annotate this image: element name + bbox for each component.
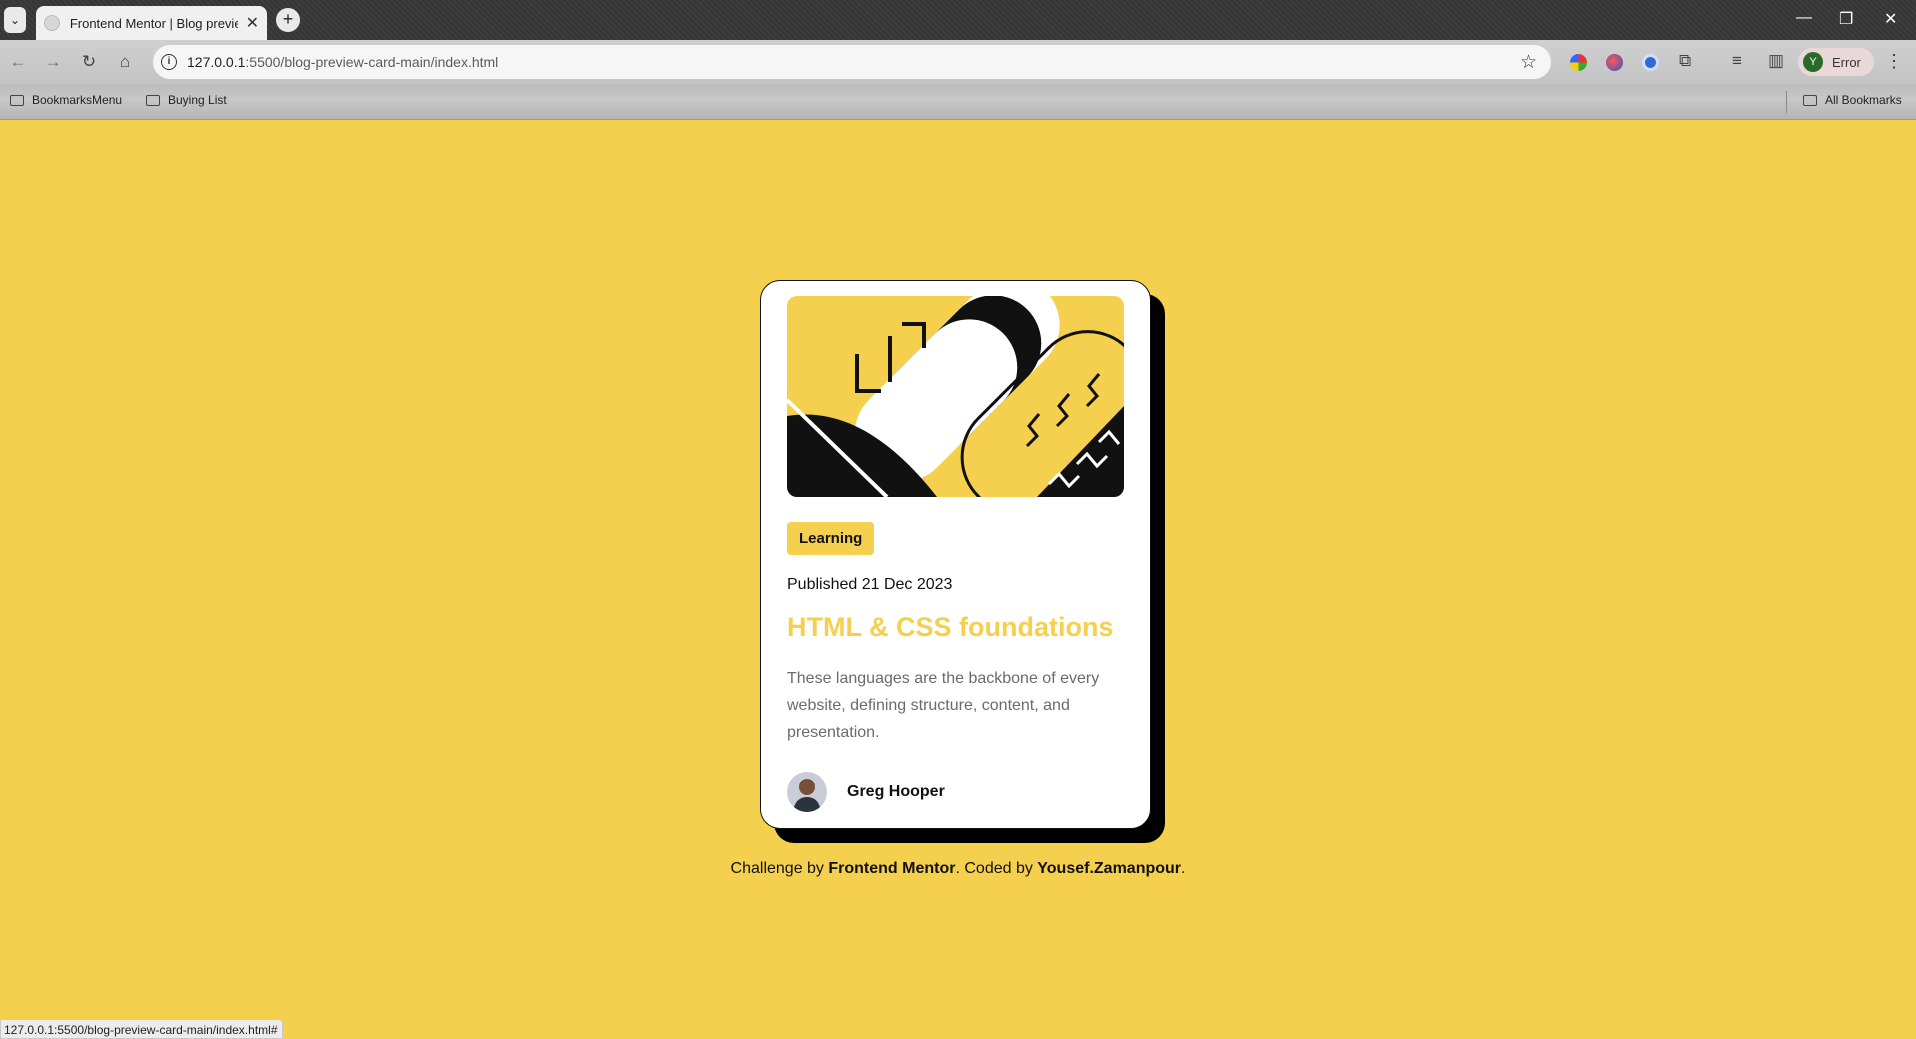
forward-icon[interactable]: →	[43, 52, 63, 72]
close-tab-icon[interactable]: ✕	[246, 13, 259, 33]
side-panel-icon[interactable]: ▥	[1768, 51, 1784, 71]
bookmark-label: Buying List	[168, 93, 227, 107]
chevron-down-icon: ⌄	[9, 13, 21, 27]
folder-icon	[1803, 94, 1817, 106]
all-bookmarks[interactable]: All Bookmarks	[1803, 93, 1902, 107]
blog-card: Learning Published 21 Dec 2023 HTML & CS…	[760, 280, 1165, 843]
site-info-icon[interactable]: i	[161, 54, 177, 70]
url-path: :5500/blog-preview-card-main/index.html	[245, 54, 499, 70]
bookmark-label: All Bookmarks	[1825, 93, 1902, 107]
puzzle-icon[interactable]: ⧉	[1679, 51, 1691, 71]
active-tab[interactable]: Frontend Mentor | Blog preview card ✕	[36, 6, 267, 40]
restore-icon[interactable]: ❐	[1839, 9, 1853, 29]
card-body: Learning Published 21 Dec 2023 HTML & CS…	[760, 280, 1151, 829]
new-tab-button[interactable]: +	[276, 8, 300, 32]
attribution-text: Challenge by	[730, 860, 829, 877]
bookmark-folder[interactable]: BookmarksMenu	[10, 93, 122, 107]
url-text[interactable]: 127.0.0.1:5500/blog-preview-card-main/in…	[187, 54, 498, 70]
blog-illustration	[787, 296, 1124, 497]
reload-icon[interactable]: ↻	[79, 52, 99, 72]
bookmark-folder[interactable]: Buying List	[146, 93, 227, 107]
minimize-icon[interactable]: —	[1796, 9, 1812, 27]
folder-icon	[146, 94, 160, 106]
tab-strip: ⌄ Frontend Mentor | Blog preview card ✕ …	[0, 0, 1916, 40]
bookmark-star-icon[interactable]: ☆	[1520, 51, 1537, 74]
profile-button[interactable]: Y Error	[1798, 48, 1874, 76]
url-host: 127.0.0.1	[187, 54, 246, 70]
card-description: These languages are the backbone of ever…	[787, 670, 1100, 741]
address-bar[interactable]: i 127.0.0.1:5500/blog-preview-card-main/…	[153, 45, 1551, 79]
attribution-text: .	[1181, 860, 1186, 877]
divider	[1786, 91, 1787, 113]
more-menu-icon[interactable]: ⋮	[1885, 51, 1903, 72]
home-icon[interactable]: ⌂	[115, 52, 135, 72]
author-link[interactable]: Yousef.Zamanpour	[1037, 860, 1181, 877]
avatar: Y	[1803, 52, 1823, 72]
tab-search-button[interactable]: ⌄	[4, 7, 26, 33]
avatar	[787, 772, 827, 812]
bookmark-label: BookmarksMenu	[32, 93, 123, 107]
status-bar-url: 127.0.0.1:5500/blog-preview-card-main/in…	[0, 1019, 283, 1039]
publish-date: Published 21 Dec 2023	[787, 576, 953, 593]
folder-icon	[10, 94, 24, 106]
extension-icon[interactable]	[1606, 54, 1623, 71]
attribution: Challenge by Frontend Mentor. Coded by Y…	[0, 860, 1916, 878]
extension-icon[interactable]	[1642, 54, 1659, 71]
extension-icon[interactable]	[1570, 54, 1587, 71]
author-name: Greg Hooper	[847, 783, 945, 800]
attribution-text: . Coded by	[955, 860, 1038, 877]
category-tag: Learning	[787, 522, 875, 555]
favicon-icon	[44, 15, 60, 31]
profile-status: Error	[1832, 54, 1861, 70]
browser-toolbar: ← → ↻ ⌂ i 127.0.0.1:5500/blog-preview-ca…	[0, 40, 1916, 84]
close-window-icon[interactable]: ✕	[1884, 9, 1897, 29]
frontend-mentor-link[interactable]: Frontend Mentor	[828, 860, 955, 877]
card-title[interactable]: HTML & CSS foundations	[787, 612, 1124, 643]
bookmarks-bar: BookmarksMenu Buying List All Bookmarks	[0, 84, 1916, 120]
back-icon[interactable]: ←	[8, 52, 28, 72]
media-control-icon[interactable]: ≡	[1732, 51, 1742, 71]
tab-title: Frontend Mentor | Blog preview card	[69, 15, 238, 31]
author: Greg Hooper	[787, 772, 1124, 812]
